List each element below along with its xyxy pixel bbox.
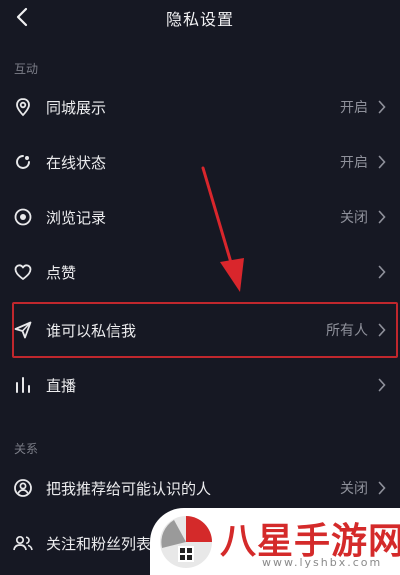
annotation-arrow [201,166,244,292]
site-logo-icon [160,516,212,568]
watermark-url: www.lyshbx.com [262,556,383,569]
site-watermark: 八星手游网 www.lyshbx.com [150,508,400,575]
